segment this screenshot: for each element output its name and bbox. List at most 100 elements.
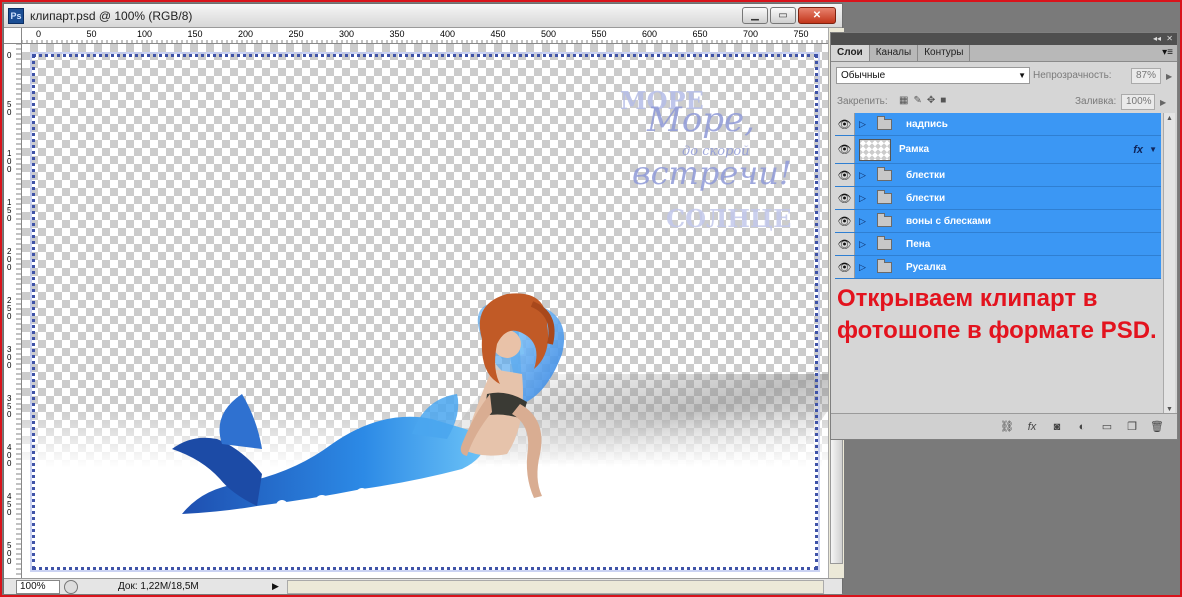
ruler-tick-label: 0 [7,459,12,468]
layer-row[interactable]: 👁 ▷ Пена [835,233,1161,256]
tab-channels[interactable]: Каналы [870,45,919,61]
expand-triangle-icon[interactable]: ▷ [859,239,871,250]
lock-image-pixels-icon[interactable]: ✎ [913,95,921,106]
fill-field[interactable]: 100% [1121,94,1155,110]
layer-row[interactable]: 👁 ▷ Русалка [835,256,1161,279]
ruler-tick-label: 0 [7,410,12,419]
annotation-text: Открываем клипарт в фотошопе в формате P… [837,285,1157,344]
tab-paths[interactable]: Контуры [918,45,971,61]
opacity-slider-arrow-icon[interactable]: ▶ [1166,72,1172,81]
panel-tabs: Слои Каналы Контуры ▾≡ [831,45,1177,62]
folder-icon [877,212,892,227]
layer-effects-icon[interactable]: fx [1133,144,1143,156]
ruler-tick-label: 700 [743,29,758,39]
lock-options: ▦ ✎ ✥ ■ [899,95,946,106]
close-panel-icon[interactable]: ✕ [1166,34,1173,43]
new-group-icon[interactable]: ▭ [1099,420,1115,433]
opacity-field[interactable]: 87% [1131,68,1161,84]
layer-name: Русалка [906,261,947,273]
ruler-tick-label: 300 [339,29,354,39]
layer-row[interactable]: 👁 ▷ надпись [835,113,1161,136]
maximize-button[interactable]: ▭ [770,7,796,24]
chevron-down-icon: ▼ [1018,71,1026,80]
ruler-tick-label: 200 [238,29,253,39]
visibility-eye-icon[interactable]: 👁 [835,210,855,232]
lock-label: Закрепить: [837,96,888,107]
visibility-eye-icon[interactable]: 👁 [835,136,855,163]
ruler-tick-label: 50 [87,29,97,39]
ruler-tick-label: 0 [7,557,12,566]
blend-row: Обычные ▼ [836,67,1030,84]
fill-slider-arrow-icon[interactable]: ▶ [1160,98,1166,107]
collapse-panel-icon[interactable]: ◂◂ [1153,34,1161,43]
effects-expand-arrow-icon[interactable]: ▼ [1149,145,1157,154]
delete-layer-icon[interactable]: 🗑 [1149,420,1165,433]
folder-icon [877,258,892,273]
visibility-eye-icon[interactable]: 👁 [835,164,855,186]
folder-icon [877,115,892,130]
layer-name: блестки [906,169,946,181]
layer-name: Рамка [899,144,930,155]
expand-triangle-icon[interactable]: ▷ [859,262,871,273]
visibility-eye-icon[interactable]: 👁 [835,256,855,278]
opacity-label: Непрозрачность: [1033,70,1112,81]
ruler-vertical[interactable]: 050100150200250300350400450500 [4,44,22,578]
layer-row[interactable]: 👁 Рамка fx ▼ [835,136,1161,164]
expand-triangle-icon[interactable]: ▷ [859,193,871,204]
layers-list: 👁 ▷ надпись 👁 Рамка fx ▼ 👁 ▷ блестки 👁 ▷… [835,113,1161,279]
ruler-tick-label: 0 [7,214,12,223]
ruler-tick-label: 0 [7,508,12,517]
visibility-eye-icon[interactable]: 👁 [835,187,855,209]
ruler-horizontal[interactable]: 0 50 100 150 200 250 300 350 400 450 500 550 600 650 7… [22,28,830,44]
ruler-tick-label: 350 [390,29,405,39]
scroll-up-icon[interactable]: ▲ [1166,115,1173,122]
panel-footer-toolbar: ⛓ fx ◙ ◐ ▭ ❐ 🗑 [831,413,1177,439]
layer-row[interactable]: 👁 ▷ блестки [835,164,1161,187]
ruler-tick-label: 0 [36,29,41,39]
layer-row[interactable]: 👁 ▷ блестки [835,187,1161,210]
ruler-tick-label: 400 [440,29,455,39]
expand-triangle-icon[interactable]: ▷ [859,216,871,227]
layer-name: воны с блесками [906,215,992,227]
visibility-eye-icon[interactable]: 👁 [835,233,855,255]
lock-position-icon[interactable]: ✥ [927,95,935,106]
link-layers-icon[interactable]: ⛓ [999,420,1015,433]
minimize-button[interactable]: ▁ [742,7,768,24]
layers-scrollbar[interactable]: ▲ ▼ [1163,113,1175,415]
image-canvas[interactable]: МОРЕ Море, до скорой встречи! СОЛНЦЕ [22,44,828,578]
ruler-tick-label: 450 [491,29,506,39]
scroll-down-icon[interactable]: ▼ [1166,406,1173,413]
status-info-icon[interactable] [64,579,78,594]
zoom-level-field[interactable]: 100% [16,579,60,594]
add-layer-style-icon[interactable]: fx [1024,421,1040,433]
document-title: клипарт.psd @ 100% (RGB/8) [30,8,193,23]
ruler-corner[interactable] [4,28,22,44]
ruler-tick-label: 250 [289,29,304,39]
layer-row[interactable]: 👁 ▷ воны с блесками [835,210,1161,233]
ruler-vertical-ticks: 050100150200250300350400450500 [7,44,21,575]
close-button[interactable]: ✕ [798,7,836,24]
tab-layers[interactable]: Слои [831,45,870,61]
lock-all-icon[interactable]: ■ [940,95,946,106]
status-menu-arrow-icon[interactable]: ▶ [272,581,279,592]
new-layer-icon[interactable]: ❐ [1124,420,1140,433]
fill-label: Заливка: [1075,96,1117,107]
lock-transparency-icon[interactable]: ▦ [899,95,908,106]
document-window[interactable]: Ps клипарт.psd @ 100% (RGB/8) ▁ ▭ ✕ 0 50 1… [3,3,844,594]
ruler-tick-label: 100 [137,29,152,39]
layers-panel[interactable]: ◂◂ ✕ Слои Каналы Контуры ▾≡ Обычные ▼ Не… [830,32,1178,440]
ruler-tick-label: 0 [7,165,12,174]
ruler-tick-label: 500 [541,29,556,39]
visibility-eye-icon[interactable]: 👁 [835,113,855,135]
add-mask-icon[interactable]: ◙ [1049,421,1065,433]
document-titlebar[interactable]: Ps клипарт.psd @ 100% (RGB/8) ▁ ▭ ✕ [4,4,842,28]
blend-mode-select[interactable]: Обычные ▼ [836,67,1030,84]
panel-header[interactable]: ◂◂ ✕ [831,33,1177,45]
horizontal-scrollbar[interactable] [286,579,824,594]
adjustment-layer-icon[interactable]: ◐ [1074,421,1090,433]
panel-menu-icon[interactable]: ▾≡ [1162,45,1177,61]
expand-triangle-icon[interactable]: ▷ [859,119,871,130]
ruler-tick-label: 550 [592,29,607,39]
expand-triangle-icon[interactable]: ▷ [859,170,871,181]
window-controls: ▁ ▭ ✕ [742,7,836,24]
